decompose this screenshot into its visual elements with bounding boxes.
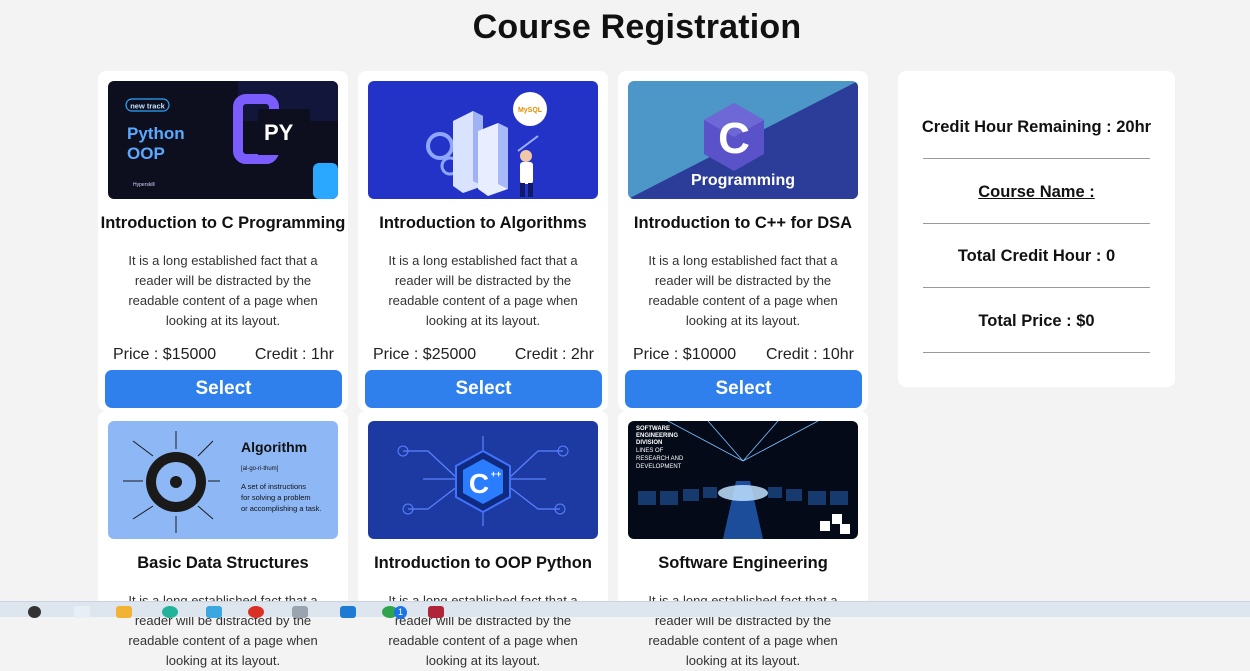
course-thumbnail: C Programming (628, 81, 858, 199)
explorer-icon[interactable] (74, 606, 90, 618)
svg-text:DEVELOPMENT: DEVELOPMENT (636, 464, 682, 470)
app-icon[interactable] (162, 606, 178, 618)
svg-text:++: ++ (491, 469, 502, 479)
select-button[interactable]: Select (625, 370, 862, 408)
app-icon[interactable] (428, 606, 444, 618)
notification-badge: 1 (394, 606, 407, 619)
course-credit: Credit : 10hr (765, 346, 854, 363)
svg-text:for solving a problem: for solving a problem (241, 493, 311, 502)
svg-text:A set of instructions: A set of instructions (241, 482, 306, 491)
course-title: Introduction to C++ for DSA (633, 214, 853, 232)
course-name-label: Course Name : (978, 183, 1095, 201)
course-price: Price : $15000 (113, 346, 217, 363)
course-card: SOFTWARE ENGINEERING DIVISION LINES OF R… (618, 411, 868, 668)
divider (923, 287, 1150, 288)
taskbar (0, 601, 1250, 618)
course-credit: Credit : 2hr (514, 346, 594, 363)
course-card: C Programming Introduction to C++ for DS… (618, 71, 868, 411)
course-thumbnail: new track Python OOP PY Hyperskill (108, 81, 338, 199)
course-title: Introduction to Algorithms (379, 214, 587, 232)
search-icon[interactable] (28, 606, 41, 618)
svg-text:Programming: Programming (691, 172, 795, 189)
course-title: Software Engineering (658, 554, 828, 572)
svg-text:[al-go-ri-thum]: [al-go-ri-thum] (241, 466, 279, 472)
total-price: Total Price : $0 (978, 312, 1095, 330)
svg-text:Hyperskill: Hyperskill (133, 182, 155, 188)
vscode-icon[interactable] (340, 606, 356, 618)
course-thumbnail: SOFTWARE ENGINEERING DIVISION LINES OF R… (628, 421, 858, 539)
svg-text:OOP: OOP (127, 144, 165, 163)
course-thumbnail: Algorithm [al-go-ri-thum] A set of instr… (108, 421, 338, 539)
folder-icon[interactable] (116, 606, 132, 618)
divider (923, 223, 1150, 224)
course-description: It is a long established fact that a rea… (648, 253, 838, 328)
divider (923, 158, 1150, 159)
svg-text:PY: PY (264, 120, 294, 145)
svg-text:DIVISION: DIVISION (636, 440, 662, 446)
course-card: Algorithm [al-go-ri-thum] A set of instr… (98, 411, 348, 668)
registration-summary: Credit Hour Remaining : 20hr Course Name… (898, 71, 1175, 387)
svg-text:Algorithm: Algorithm (241, 439, 307, 455)
svg-text:LINES OF: LINES OF (636, 448, 664, 454)
course-description: It is a long established fact that a rea… (128, 253, 318, 328)
course-card: MySQL Introduction to Algorithms It is a… (358, 71, 608, 411)
thumb-badge-text: new track (130, 102, 165, 111)
app-icon[interactable] (206, 606, 222, 618)
svg-text:Python: Python (127, 124, 185, 143)
svg-text:ENGINEERING: ENGINEERING (636, 433, 678, 439)
credit-remaining: Credit Hour Remaining : 20hr (921, 118, 1152, 136)
app-icon[interactable] (292, 606, 308, 618)
svg-text:C: C (469, 468, 489, 499)
total-credit: Total Credit Hour : 0 (957, 247, 1116, 265)
svg-text:C: C (718, 114, 750, 163)
divider (923, 352, 1150, 353)
course-thumbnail: MySQL (368, 81, 598, 199)
svg-text:RESEARCH AND: RESEARCH AND (636, 456, 684, 462)
course-title: Introduction to C Programming (100, 214, 346, 232)
select-button[interactable]: Select (105, 370, 342, 408)
course-description: It is a long established fact that a rea… (388, 253, 578, 328)
page-title: Course Registration (472, 8, 802, 46)
course-price: Price : $10000 (633, 346, 737, 363)
course-card: C ++ Introduction to OOP Python It is a … (358, 411, 608, 668)
course-title: Introduction to OOP Python (374, 554, 592, 572)
svg-text:or accomplishing a task.: or accomplishing a task. (241, 504, 321, 513)
course-thumbnail: C ++ (368, 421, 598, 539)
svg-text:SOFTWARE: SOFTWARE (636, 426, 670, 432)
svg-text:MySQL: MySQL (518, 107, 543, 114)
course-card: new track Python OOP PY Hyperskill Intro… (98, 71, 348, 411)
select-button[interactable]: Select (365, 370, 602, 408)
course-credit: Credit : 1hr (254, 346, 334, 363)
course-price: Price : $25000 (373, 346, 477, 363)
course-title: Basic Data Structures (137, 554, 309, 572)
browser-icon[interactable] (248, 606, 264, 618)
